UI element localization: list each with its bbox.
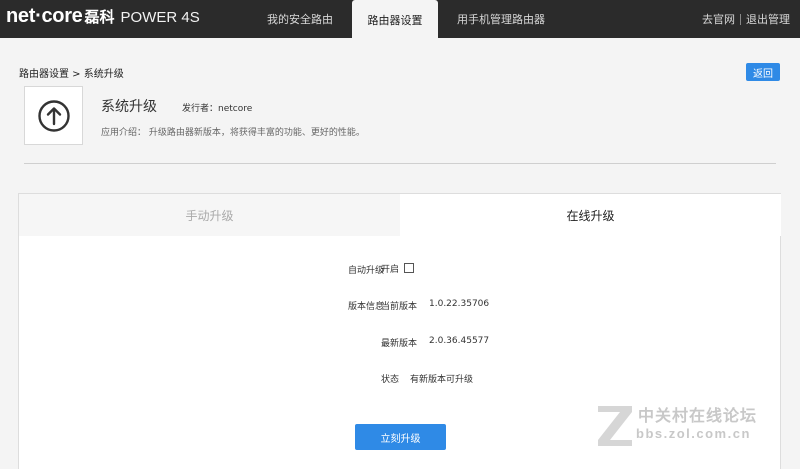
nav-my-secure-router[interactable]: 我的安全路由 [250, 0, 350, 38]
watermark-url: bbs.zol.com.cn [636, 426, 751, 441]
brand-cn-text: 磊科 [84, 8, 115, 26]
version-info-label: 版本信息 [347, 302, 384, 312]
current-version-value: 1.0.22.35706 [429, 299, 490, 309]
back-button[interactable]: 返回 [746, 63, 780, 81]
top-right-links: 去官网 退出管理 [702, 0, 790, 38]
app-intro: 应用介绍： 升级路由器新版本，将获得丰富的功能、更好的性能。 [101, 128, 365, 138]
auto-upgrade-checkbox[interactable] [404, 263, 414, 273]
brand-model-text: POWER 4S [120, 9, 200, 26]
top-bar: net·core 磊科 POWER 4S 我的安全路由 路由器设置 用手机管理路… [0, 0, 800, 39]
brand-logo[interactable]: net·core 磊科 POWER 4S [6, 5, 200, 33]
auto-upgrade-option-label: 开启 [381, 265, 400, 275]
status-value: 有新版本可升级 [410, 375, 474, 385]
upgrade-now-button[interactable]: 立刻升级 [355, 424, 446, 450]
app-icon-box [24, 86, 83, 145]
top-link-separator [740, 13, 741, 25]
status-label: 状态 [381, 375, 400, 385]
nav-mobile-manage[interactable]: 用手机管理路由器 [442, 0, 560, 38]
nav-router-settings[interactable]: 路由器设置 [352, 0, 438, 39]
app-publisher: 发行者：netcore [182, 104, 253, 114]
auto-upgrade-label: 自动升级 [347, 266, 384, 276]
tab-online-upgrade[interactable]: 在线升级 [400, 194, 781, 236]
tab-manual-upgrade[interactable]: 手动升级 [19, 194, 400, 236]
zol-logo-icon [598, 406, 632, 446]
official-site-link[interactable]: 去官网 [702, 11, 735, 27]
current-version-label: 当前版本 [381, 302, 418, 312]
latest-version-label: 最新版本 [381, 339, 418, 349]
section-divider [24, 163, 776, 164]
latest-version-value: 2.0.36.45577 [429, 336, 490, 346]
logout-link[interactable]: 退出管理 [746, 11, 790, 27]
watermark-cn: 中关村在线论坛 [638, 406, 758, 425]
breadcrumb: 路由器设置 > 系统升级 [19, 69, 124, 80]
upload-arrow-icon [37, 99, 70, 132]
app-title: 系统升级 [101, 99, 157, 115]
watermark: 中关村在线论坛 bbs.zol.com.cn [594, 402, 790, 452]
brand-logo-text: net·core [6, 5, 83, 27]
